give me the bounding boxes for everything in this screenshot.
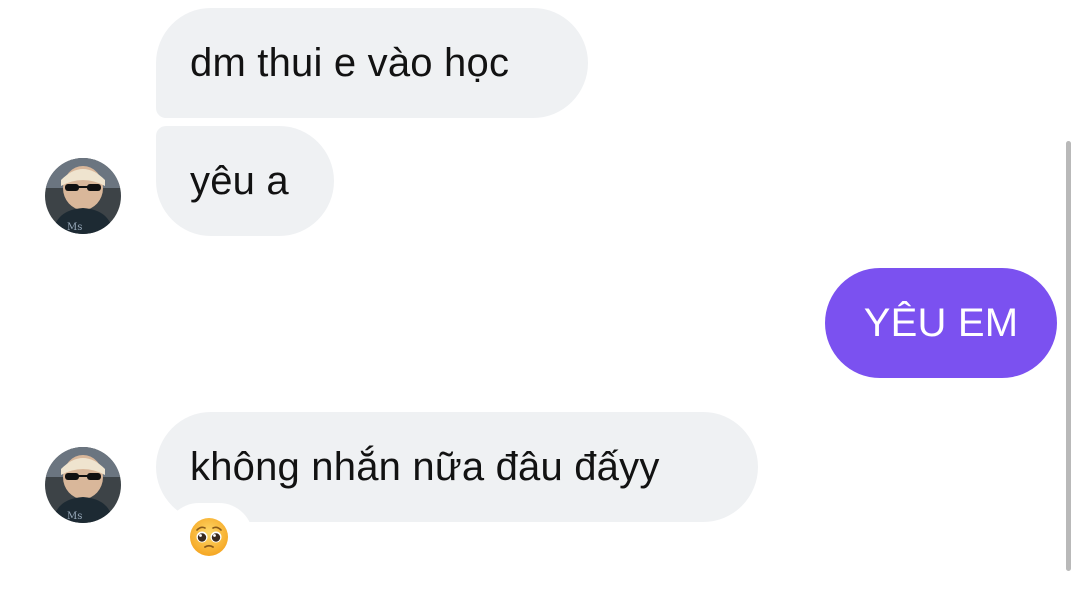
message-text: YÊU EM — [863, 301, 1019, 345]
contact-avatar-icon[interactable]: Ms — [45, 447, 121, 523]
scrollbar-thumb[interactable] — [1066, 141, 1071, 571]
message-text: yêu a — [190, 159, 289, 203]
incoming-message-bubble[interactable]: dm thui e vào học — [156, 8, 588, 118]
outgoing-message-bubble[interactable]: YÊU EM — [825, 268, 1057, 378]
svg-text:Ms: Ms — [67, 511, 82, 522]
pleading-face-icon — [190, 518, 228, 556]
avatar-image: Ms — [45, 447, 121, 523]
svg-text:Ms: Ms — [67, 222, 82, 233]
contact-avatar-icon[interactable]: Ms — [45, 158, 121, 234]
avatar-image: Ms — [45, 158, 121, 234]
chat-screen: dm thui e vào học Ms yêu a YÊU EM Ms khô… — [0, 0, 1080, 593]
incoming-message-bubble[interactable]: không nhắn nữa đâu đấyy — [156, 412, 758, 522]
message-text: dm thui e vào học — [190, 41, 510, 85]
message-text: không nhắn nữa đâu đấyy — [190, 445, 660, 489]
incoming-message-bubble[interactable]: yêu a — [156, 126, 334, 236]
message-reaction[interactable] — [168, 506, 250, 568]
